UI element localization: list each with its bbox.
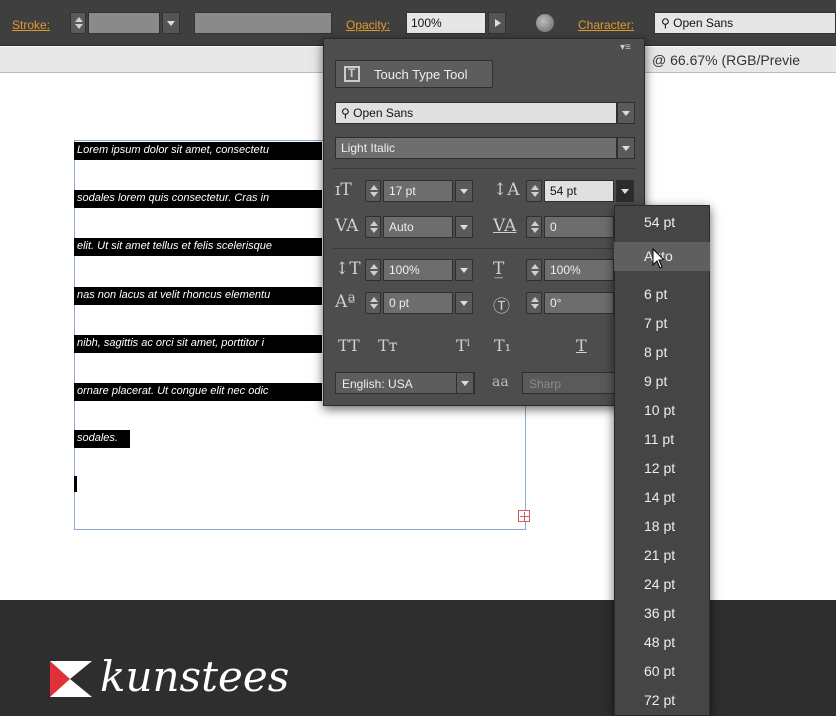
all-caps-icon[interactable]: TT	[338, 336, 360, 355]
panel-divider	[333, 168, 635, 169]
kerning-dropdown-button[interactable]	[455, 216, 473, 238]
panel-menu-icon[interactable]: ▾≡	[620, 42, 631, 53]
leading-option[interactable]: 72 pt	[614, 686, 710, 715]
underline-icon[interactable]: T	[576, 336, 587, 355]
tracking-field[interactable]: 0	[544, 216, 614, 238]
baseline-shift-icon: Aª	[335, 292, 356, 312]
font-size-field[interactable]: 17 pt	[383, 180, 453, 202]
opacity-label[interactable]: Opacity:	[346, 18, 390, 32]
stroke-weight-stepper[interactable]	[70, 12, 86, 34]
leading-field[interactable]: 54 pt	[544, 180, 614, 202]
leading-option[interactable]: 21 pt	[614, 541, 710, 570]
character-rotation-stepper[interactable]	[526, 292, 542, 314]
mouse-pointer-icon	[652, 248, 666, 269]
language-dropdown-button[interactable]	[456, 372, 474, 394]
text-cursor	[74, 476, 77, 492]
leading-dropdown-button[interactable]	[616, 180, 634, 202]
leading-option[interactable]: 18 pt	[614, 512, 710, 541]
kunstees-logo-icon	[50, 661, 92, 697]
leading-option[interactable]: 14 pt	[614, 483, 710, 512]
search-icon: ⚲	[661, 16, 670, 30]
leading-option[interactable]: 36 pt	[614, 599, 710, 628]
search-icon: ⚲	[341, 106, 350, 120]
leading-option[interactable]: 9 pt	[614, 367, 710, 396]
stroke-weight-dropdown-button[interactable]	[162, 12, 180, 34]
brand-name: kunstees	[100, 652, 290, 701]
leading-stepper[interactable]	[526, 180, 542, 202]
subscript-icon[interactable]: T₁	[494, 336, 511, 355]
font-family-dropdown-button[interactable]	[617, 102, 635, 124]
font-style-field[interactable]: Light Italic	[335, 137, 617, 159]
recolor-globe-icon[interactable]	[536, 14, 554, 32]
small-caps-icon[interactable]: Tт	[378, 336, 398, 355]
anti-aliasing-icon: aa	[492, 374, 509, 390]
character-label[interactable]: Character:	[578, 18, 634, 32]
baseline-shift-stepper[interactable]	[365, 292, 381, 314]
text-line-2[interactable]: sodales lorem quis consectetur. Cras in	[74, 190, 322, 208]
text-line-1[interactable]: Lorem ipsum dolor sit amet, consectetu	[74, 142, 322, 160]
overflow-plus-icon[interactable]	[518, 510, 530, 522]
leading-option[interactable]: 24 pt	[614, 570, 710, 599]
leading-icon: ↕A	[493, 180, 520, 200]
variable-width-profile-field[interactable]	[194, 12, 332, 34]
panel-divider	[333, 248, 635, 249]
anti-aliasing-select[interactable]: Sharp	[522, 372, 618, 394]
text-line-7[interactable]: sodales.	[74, 430, 130, 448]
character-rotation-field[interactable]: 0°	[544, 292, 614, 314]
text-line-4[interactable]: nas non lacus at velit rhoncus elementu	[74, 287, 322, 305]
kerning-stepper[interactable]	[365, 216, 381, 238]
text-line-3[interactable]: elit. Ut sit amet tellus et felis sceler…	[74, 238, 322, 256]
text-line-5[interactable]: nibh, sagittis ac orci sit amet, porttit…	[74, 335, 322, 353]
font-style-dropdown-button[interactable]	[617, 137, 635, 159]
touch-type-icon	[344, 66, 360, 82]
font-size-stepper[interactable]	[365, 180, 381, 202]
vertical-scale-dropdown-button[interactable]	[455, 259, 473, 281]
horizontal-scale-icon: T̲	[493, 259, 505, 279]
leading-option[interactable]: 60 pt	[614, 657, 710, 686]
horizontal-scale-stepper[interactable]	[526, 259, 542, 281]
font-family-value: Open Sans	[353, 106, 414, 120]
stroke-label[interactable]: Stroke:	[12, 18, 50, 32]
document-tab-title: @ 66.67% (RGB/Previe	[652, 52, 801, 68]
vertical-scale-icon: ↕T	[335, 259, 361, 279]
font-family-field[interactable]: ⚲ Open Sans	[335, 102, 617, 124]
leading-option[interactable]: 11 pt	[614, 425, 710, 454]
control-font-field[interactable]: ⚲ Open Sans	[654, 12, 836, 34]
opacity-field[interactable]: 100%	[406, 12, 486, 34]
leading-option[interactable]: 7 pt	[614, 309, 710, 338]
leading-option[interactable]: 12 pt	[614, 454, 710, 483]
opacity-slider-button[interactable]	[488, 12, 506, 34]
baseline-shift-dropdown-button[interactable]	[455, 292, 473, 314]
horizontal-scale-field[interactable]: 100%	[544, 259, 614, 281]
kerning-field[interactable]: Auto	[383, 216, 453, 238]
control-font-value: Open Sans	[673, 16, 734, 30]
superscript-icon[interactable]: Tˡ	[456, 336, 471, 355]
character-rotation-icon: Ⓣ	[493, 297, 510, 317]
tracking-icon: VA	[493, 216, 517, 236]
font-size-dropdown-button[interactable]	[455, 180, 473, 202]
tracking-stepper[interactable]	[526, 216, 542, 238]
baseline-shift-field[interactable]: 0 pt	[383, 292, 453, 314]
font-size-icon: ɪT	[335, 180, 352, 200]
leading-option[interactable]: 54 pt	[614, 208, 710, 237]
leading-option[interactable]: 10 pt	[614, 396, 710, 425]
language-select[interactable]: English: USA	[335, 372, 475, 394]
leading-option[interactable]: 48 pt	[614, 628, 710, 657]
leading-option[interactable]: 8 pt	[614, 338, 710, 367]
vertical-scale-field[interactable]: 100%	[383, 259, 453, 281]
kerning-icon: VA	[335, 216, 359, 236]
text-line-6[interactable]: ornare placerat. Ut congue elit nec odic	[74, 383, 322, 401]
leading-option[interactable]: 6 pt	[614, 280, 710, 309]
vertical-scale-stepper[interactable]	[365, 259, 381, 281]
stroke-weight-field[interactable]	[88, 12, 160, 34]
